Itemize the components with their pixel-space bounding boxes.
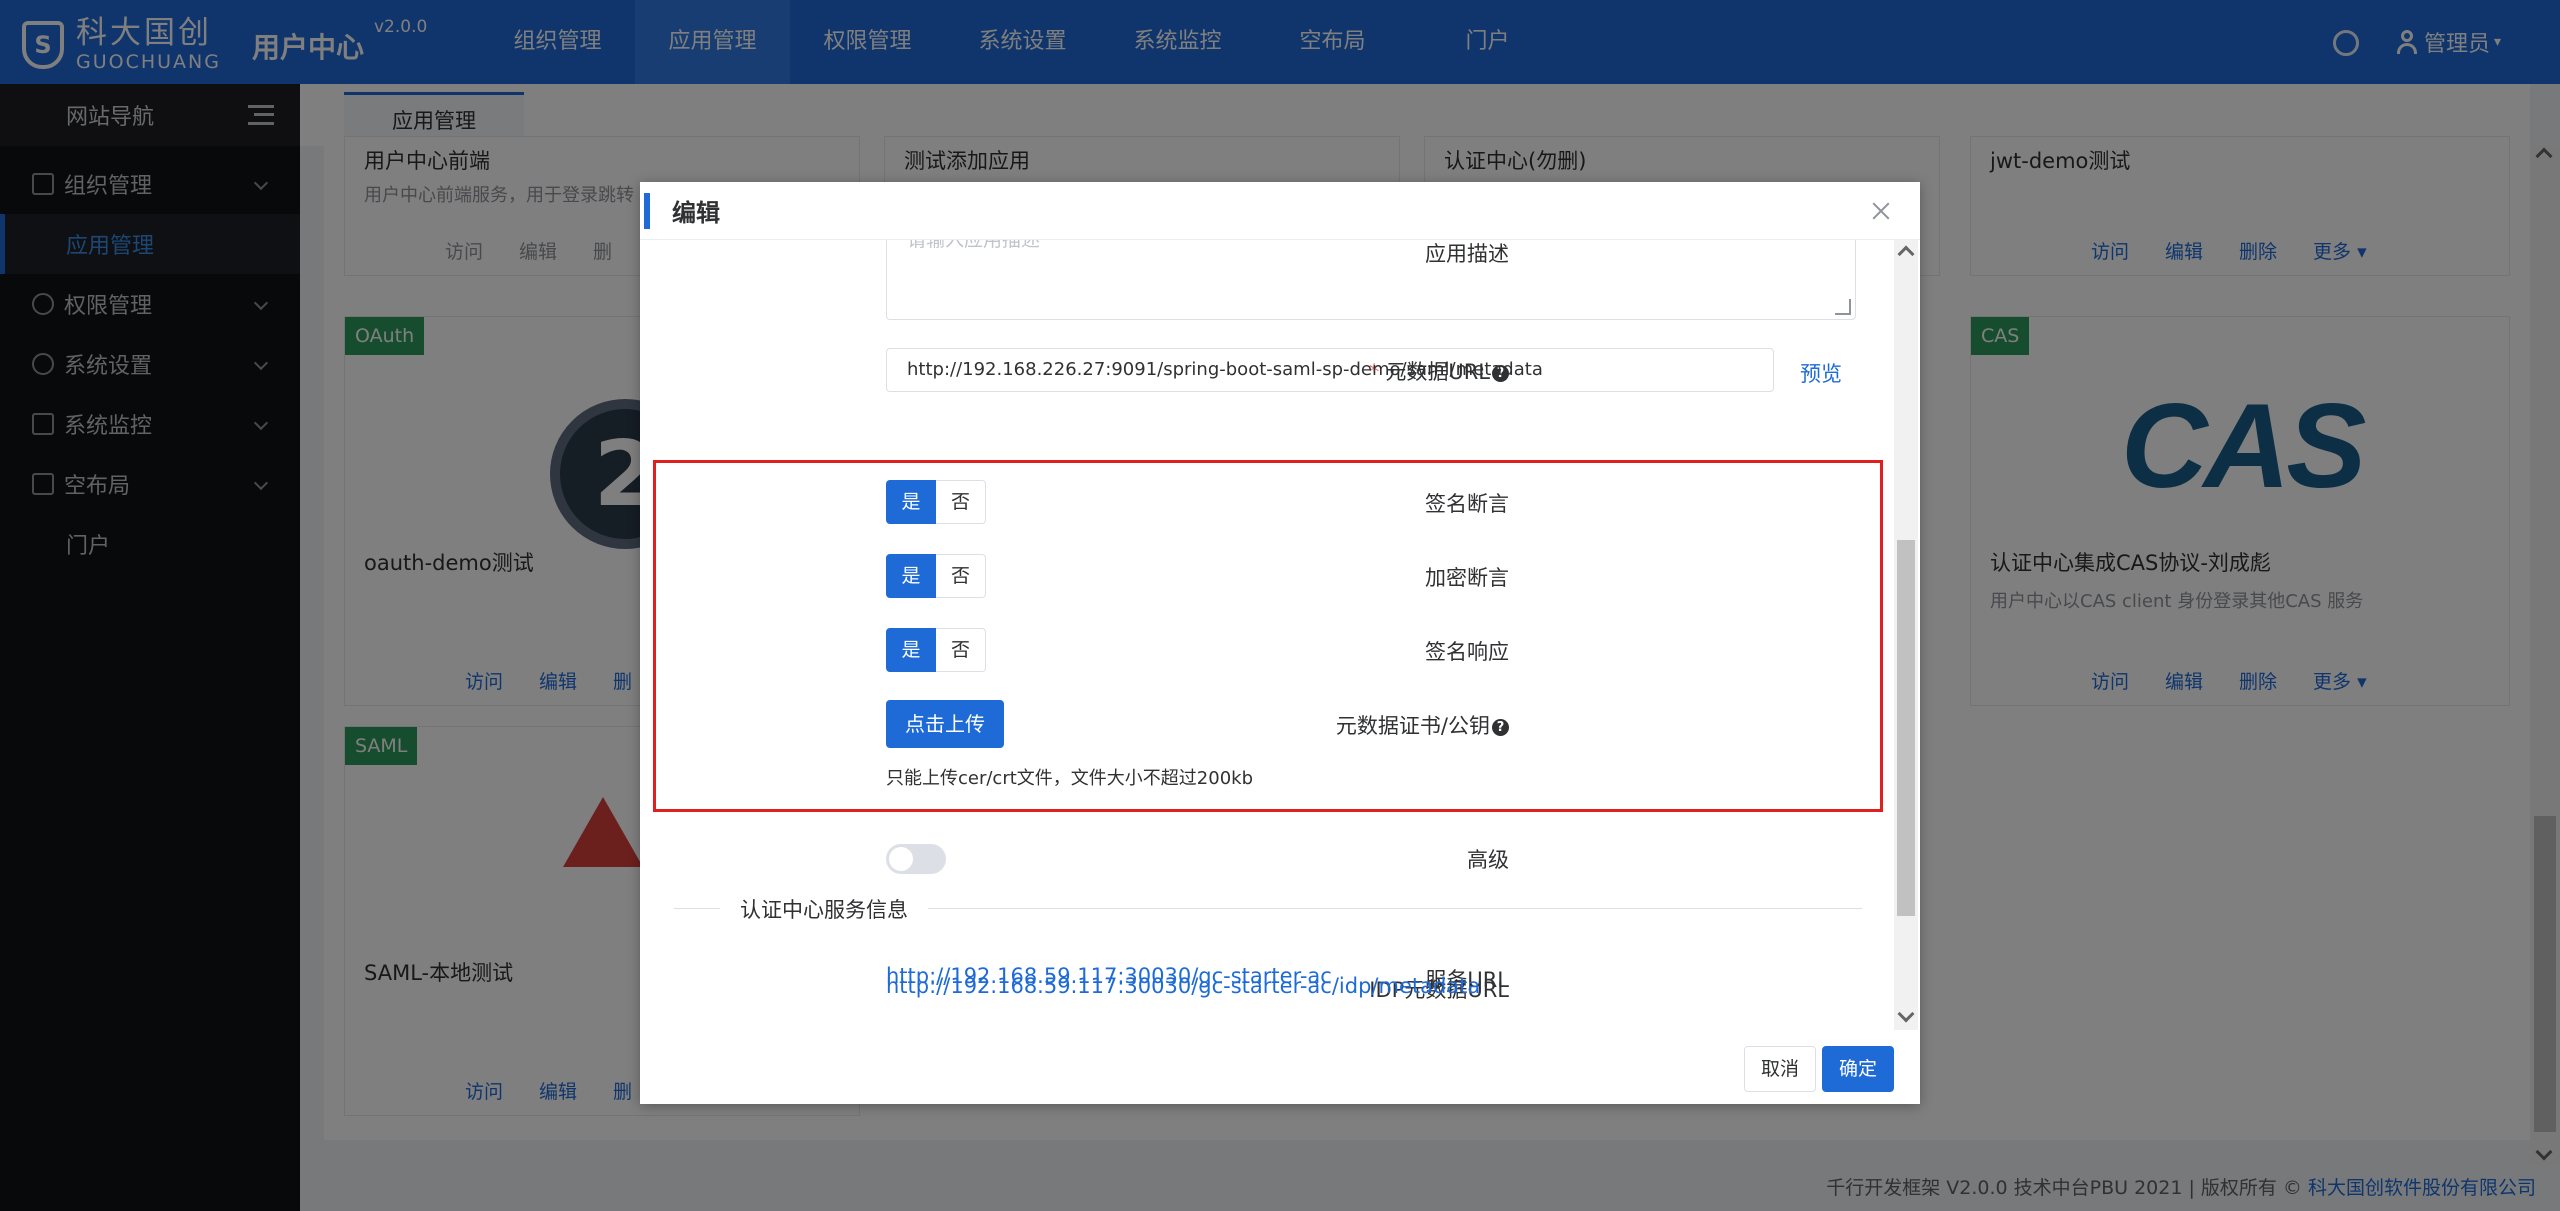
description-textarea[interactable]: 请输入应用描述 bbox=[886, 240, 1856, 320]
upload-hint: 只能上传cer/crt文件，文件大小不超过200kb bbox=[886, 768, 1253, 789]
encrypt-assertion-label: 加密断言 bbox=[1425, 566, 1509, 590]
scroll-down-icon[interactable] bbox=[1897, 1005, 1915, 1023]
radio-yes[interactable]: 是 bbox=[886, 554, 936, 598]
radio-no[interactable]: 否 bbox=[936, 480, 986, 524]
cancel-button[interactable]: 取消 bbox=[1744, 1046, 1817, 1092]
resize-handle-icon[interactable] bbox=[1835, 299, 1851, 315]
edit-dialog: 编辑 应用描述 请输入应用描述 * 元数据URL? http://192.168.… bbox=[640, 182, 1920, 1104]
section-title: 认证中心服务信息 bbox=[720, 894, 928, 924]
confirm-button[interactable]: 确定 bbox=[1822, 1046, 1895, 1092]
advanced-toggle[interactable] bbox=[886, 844, 946, 874]
title-accent-bar bbox=[644, 192, 650, 229]
sign-response-label: 签名响应 bbox=[1425, 640, 1509, 664]
radio-yes[interactable]: 是 bbox=[886, 480, 936, 524]
metadata-url-input[interactable]: http://192.168.226.27:9091/spring-boot-s… bbox=[886, 348, 1774, 392]
scrollbar-thumb[interactable] bbox=[1897, 540, 1915, 916]
dialog-header: 编辑 bbox=[640, 182, 1920, 240]
advanced-label: 高级 bbox=[1467, 848, 1509, 872]
sign-response-radio: 是 否 bbox=[886, 628, 986, 672]
encrypt-assertion-radio: 是 否 bbox=[886, 554, 986, 598]
radio-no[interactable]: 否 bbox=[936, 554, 986, 598]
help-icon[interactable]: ? bbox=[1492, 719, 1509, 736]
dialog-scrollbar[interactable] bbox=[1894, 240, 1918, 1030]
radio-no[interactable]: 否 bbox=[936, 628, 986, 672]
highlight-box bbox=[653, 460, 1883, 812]
desc-placeholder: 请输入应用描述 bbox=[907, 240, 1041, 251]
close-icon[interactable] bbox=[1870, 200, 1892, 222]
dialog-footer: 取消 确定 bbox=[640, 1032, 1920, 1104]
upload-button[interactable]: 点击上传 bbox=[886, 700, 1004, 748]
sign-assertion-label: 签名断言 bbox=[1425, 492, 1509, 516]
dialog-body: 应用描述 请输入应用描述 * 元数据URL? http://192.168.226… bbox=[640, 240, 1896, 1030]
cert-label: 元数据证书/公钥? bbox=[1336, 710, 1509, 740]
radio-yes[interactable]: 是 bbox=[886, 628, 936, 672]
preview-link[interactable]: 预览 bbox=[1800, 358, 1842, 388]
scroll-up-icon[interactable] bbox=[1897, 245, 1915, 263]
idp-metadata-link[interactable]: http://192.168.59.117:30030/gc-starter-a… bbox=[886, 974, 1480, 998]
dialog-title: 编辑 bbox=[672, 199, 720, 227]
sign-assertion-radio: 是 否 bbox=[886, 480, 986, 524]
